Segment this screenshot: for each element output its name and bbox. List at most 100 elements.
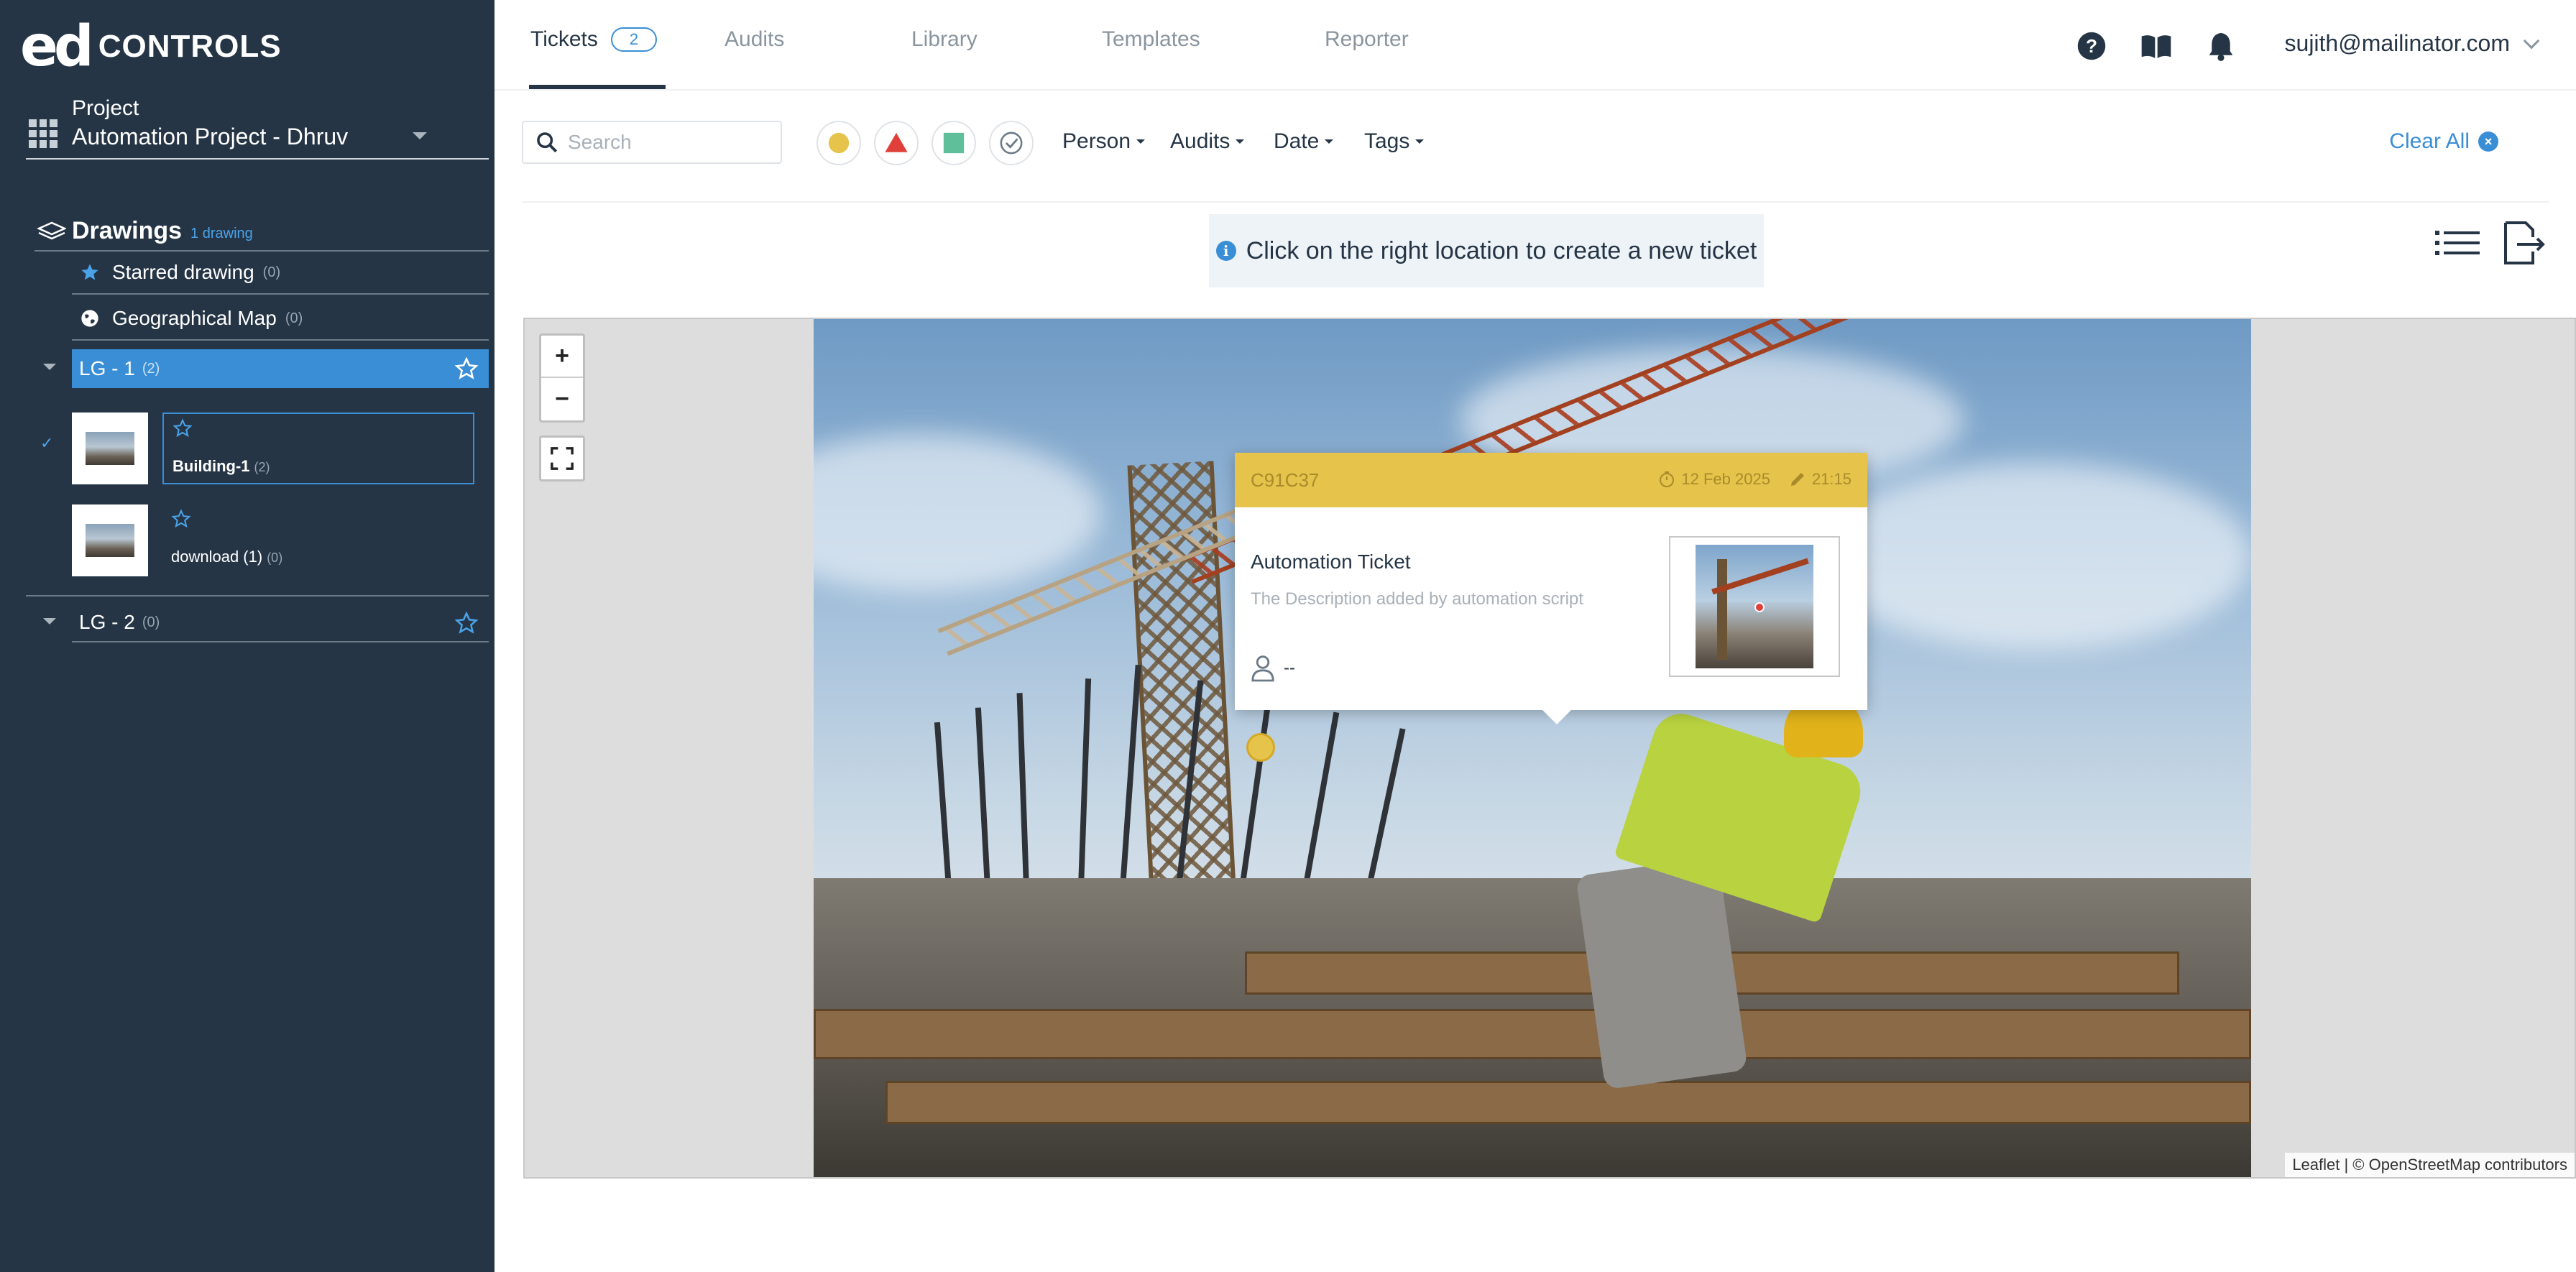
group-count: (2) [142,360,160,377]
close-circle-icon: × [2478,132,2498,152]
filter-done-button[interactable] [989,121,1034,165]
drawing-map[interactable]: + − C91C37 12 Feb 2025 21:15 Automation … [523,318,2576,1179]
ticket-photo[interactable] [1669,536,1840,677]
starred-drawing-item[interactable]: Starred drawing (0) [72,252,489,295]
ticket-meta: 12 Feb 2025 21:15 [1639,470,1852,489]
list-view-icon[interactable] [2435,229,2480,262]
ticket-id: C91C37 [1251,469,1320,491]
filter-triangle-button[interactable] [874,121,919,165]
assignee-name: -- [1284,658,1295,678]
book-icon[interactable] [2140,30,2172,62]
geo-count: (0) [285,310,303,326]
star-outline-icon[interactable] [172,418,193,438]
audits-filter-dropdown[interactable]: Audits [1170,129,1244,154]
map-attribution[interactable]: Leaflet | © OpenStreetMap contributors [2285,1153,2575,1177]
drawings-title: Drawings [72,216,183,244]
check-circle-icon [1000,132,1023,155]
group-label: LG - 1 [79,357,135,379]
logo-mark: ed [20,14,94,79]
ticket-marker[interactable] [1246,733,1275,762]
info-banner: i Click on the right location to create … [1209,214,1764,287]
square-shape-icon [943,132,965,154]
tab-templates[interactable]: Templates [1102,27,1200,52]
tab-tickets[interactable]: Tickets 2 [530,27,658,52]
pencil-icon [1789,471,1806,488]
filter-circle-button[interactable] [816,121,861,165]
ticket-assignee: -- [1251,654,1295,683]
drawings-header: Drawings 1 drawing [34,211,489,252]
starred-count: (0) [262,264,281,280]
group-lg-2[interactable]: LG - 2 (0) [72,604,489,642]
drawing-item[interactable]: download (1) (0) [72,504,474,576]
svg-text:?: ? [2086,35,2097,57]
tab-library[interactable]: Library [911,27,978,52]
starred-label: Starred drawing [112,261,254,283]
selected-check-icon: ✓ [40,434,54,452]
collapse-caret-icon[interactable] [43,364,56,370]
logo[interactable]: ed CONTROLS [20,14,282,79]
triangle-shape-icon [885,132,908,152]
info-icon: i [1215,241,1236,261]
ticket-time: 21:15 [1811,470,1852,488]
geo-label: Geographical Map [112,307,277,329]
tags-filter-dropdown[interactable]: Tags [1364,129,1424,154]
drawing-thumbnail [72,504,148,576]
zoom-control: + − [539,333,585,423]
zoom-out-button[interactable]: − [541,378,583,420]
star-outline-icon[interactable] [171,509,191,529]
popup-header: C91C37 12 Feb 2025 21:15 [1235,453,1867,507]
globe-icon [79,308,101,329]
ticket-title: Automation Ticket [1251,550,1411,573]
drawing-card-selected[interactable]: Building-1 (2) [162,413,474,484]
popup-pointer [1541,709,1573,724]
divider [26,595,489,596]
ticket-date: 12 Feb 2025 [1681,470,1770,488]
active-tab-indicator [529,85,666,89]
user-menu[interactable]: sujith@mailinator.com [2284,30,2540,57]
group-count: (0) [142,614,160,630]
collapse-caret-icon[interactable] [43,618,56,625]
project-selector[interactable]: Project Automation Project - Dhruv [26,96,489,160]
drawing-card[interactable]: download (1) (0) [162,504,474,576]
star-outline-icon[interactable] [454,611,479,635]
user-email: sujith@mailinator.com [2284,30,2510,56]
person-filter-dropdown[interactable]: Person [1062,129,1145,154]
fullscreen-button[interactable] [539,435,585,481]
search-box[interactable] [522,121,782,164]
group-label: LG - 2 [79,611,135,633]
apps-grid-icon [29,119,58,148]
sidebar: ed CONTROLS Project Automation Project -… [0,0,494,1272]
tab-audits[interactable]: Audits [724,27,784,52]
project-label: Project [72,96,139,120]
drawing-name: download (1) (0) [171,548,283,566]
fullscreen-icon [551,447,574,470]
export-icon[interactable] [2501,220,2547,266]
drawing-name: Building-1 (2) [172,457,270,475]
tab-reporter[interactable]: Reporter [1325,27,1409,52]
app-root: ed CONTROLS Project Automation Project -… [0,0,2576,1272]
drawing-image[interactable] [814,319,2251,1177]
bell-icon[interactable] [2205,30,2237,62]
tab-label: Tickets [530,27,598,51]
caret-down-icon [413,132,427,139]
clear-all-label: Clear All [2389,129,2470,153]
date-filter-dropdown[interactable]: Date [1274,129,1333,154]
search-input[interactable] [568,131,769,154]
user-icon [1251,655,1274,682]
geographical-map-item[interactable]: Geographical Map (0) [72,298,489,341]
group-lg-1[interactable]: LG - 1 (2) [72,349,489,388]
help-icon[interactable]: ? [2076,30,2107,62]
project-name: Automation Project - Dhruv [72,124,349,149]
ticket-popup[interactable]: C91C37 12 Feb 2025 21:15 Automation Tick… [1235,453,1867,724]
drawing-thumbnail [72,413,148,484]
drawing-item[interactable]: Building-1 (2) [72,413,474,484]
search-icon [537,132,558,153]
zoom-in-button[interactable]: + [541,336,583,378]
clear-all-button[interactable]: Clear All × [2389,129,2498,154]
filter-square-button[interactable] [932,121,976,165]
ticket-description: The Description added by automation scri… [1251,589,1583,609]
ticket-photo-thumbnail [1696,545,1813,668]
layers-icon [37,221,66,240]
star-outline-icon[interactable] [454,356,479,381]
top-nav: Tickets 2 Audits Library Templates Report… [494,0,2576,91]
